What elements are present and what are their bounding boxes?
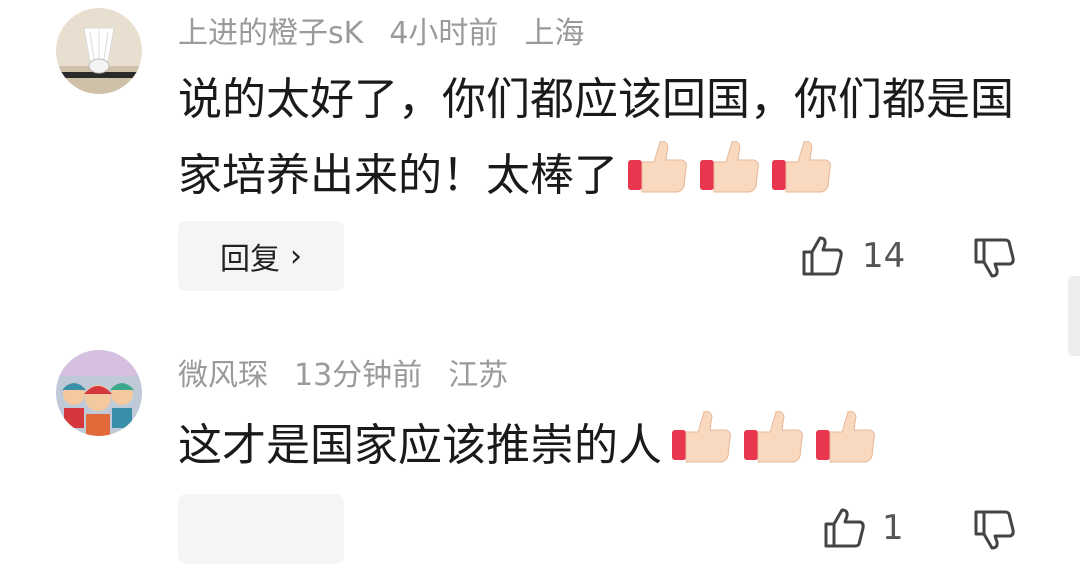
figurines-avatar <box>56 350 142 436</box>
comment-text: 说的太好了，你们都应该回国，你们都是国家培养出来的！太棒了 <box>178 64 1038 212</box>
reply-button[interactable] <box>178 494 344 564</box>
comment-body: 说的太好了，你们都应该回国，你们都是国家培养出来的！太棒了 <box>178 74 1014 201</box>
username[interactable]: 微风琛 <box>178 358 268 393</box>
thumbs-down-dislike-icon[interactable] <box>972 236 1016 280</box>
thumbs-up-emoji-icon <box>772 141 831 193</box>
thumbs-up-emoji-icon <box>700 141 759 193</box>
comment-meta: 上进的橙子sK 4小时前 上海 <box>178 14 584 54</box>
avatar[interactable] <box>56 350 142 436</box>
scrollbar[interactable] <box>1068 276 1080 356</box>
thumbs-up-emoji-icon <box>744 411 803 463</box>
comment-meta: 微风琛 13分钟前 江苏 <box>178 356 508 396</box>
thumbs-up-like-icon[interactable] <box>822 506 866 550</box>
like-count: 1 <box>882 508 904 548</box>
timestamp: 13分钟前 <box>294 358 423 393</box>
thumbs-up-like-icon[interactable] <box>800 234 844 278</box>
thumbs-up-emoji-icon <box>628 141 687 193</box>
thumbs-down-dislike-icon[interactable] <box>972 508 1016 552</box>
avatar[interactable] <box>56 8 142 94</box>
like-count: 14 <box>862 236 906 276</box>
timestamp: 4小时前 <box>389 16 499 51</box>
location: 上海 <box>524 16 585 51</box>
comment-text: 这才是国家应该推崇的人 <box>178 406 1038 482</box>
badminton-shuttlecock-avatar <box>56 8 142 94</box>
username[interactable]: 上进的橙子sK <box>178 16 363 51</box>
chevron-right-icon: › <box>290 238 302 274</box>
reply-button[interactable]: 回复 › <box>178 221 344 291</box>
location: 江苏 <box>448 358 509 393</box>
thumbs-up-emoji-icon <box>672 411 731 463</box>
comment-body: 这才是国家应该推崇的人 <box>178 420 662 471</box>
reply-label: 回复 <box>220 242 280 277</box>
thumbs-up-emoji-icon <box>816 411 875 463</box>
